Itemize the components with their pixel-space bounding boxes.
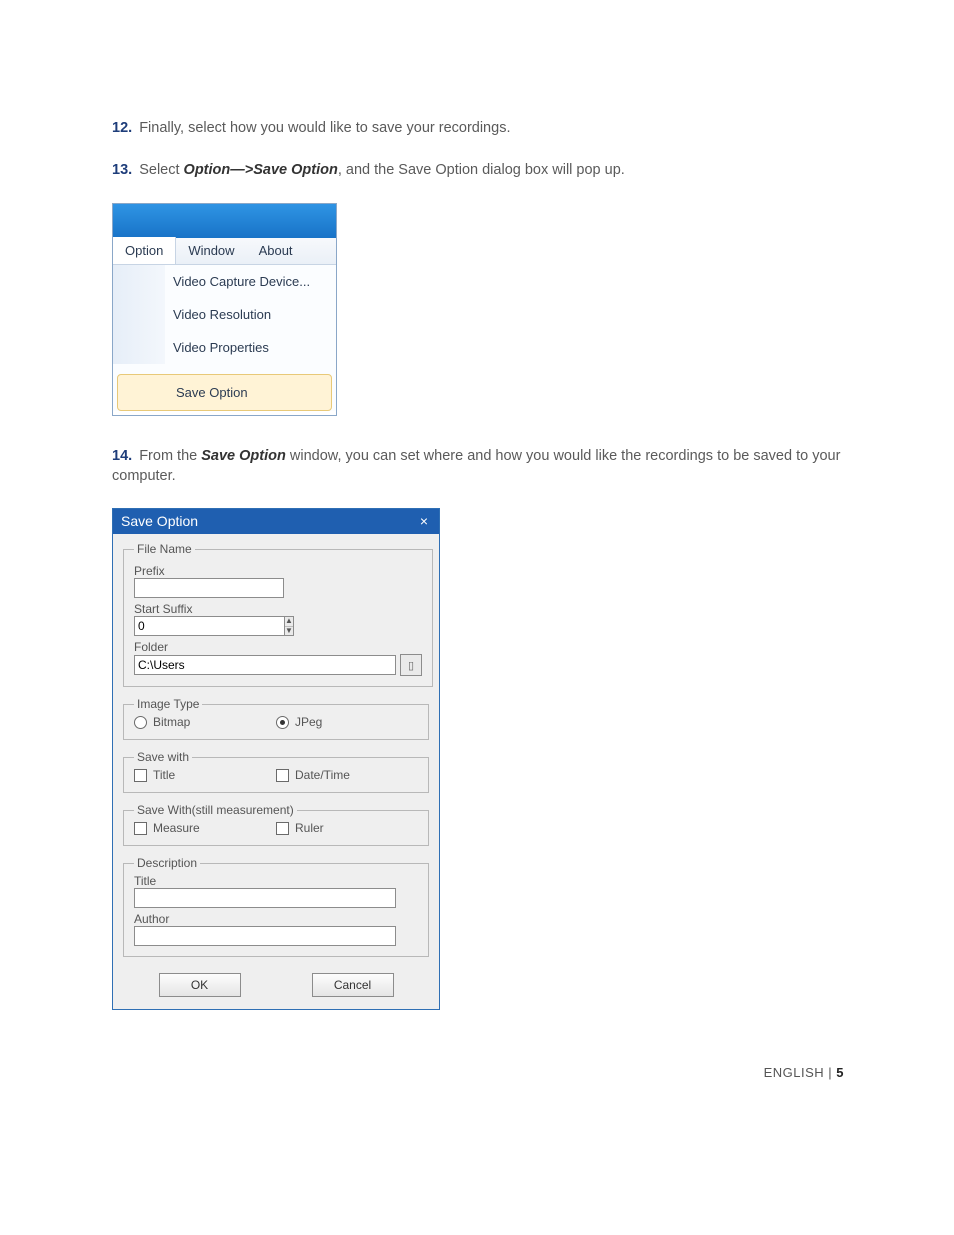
save-with-legend: Save with bbox=[134, 750, 192, 764]
save-option-dialog: Save Option × File Name Prefix Start Suf… bbox=[112, 508, 440, 1010]
option-menu-screenshot: Option Window About Video Capture Device… bbox=[112, 203, 337, 416]
option-dropdown: Video Capture Device... Video Resolution… bbox=[113, 265, 336, 411]
description-author-input[interactable] bbox=[134, 926, 396, 946]
file-name-group: File Name Prefix Start Suffix ▲ ▼ Folder… bbox=[123, 542, 433, 687]
cancel-button[interactable]: Cancel bbox=[312, 973, 394, 997]
instruction-13-number: 13. bbox=[112, 162, 132, 178]
menu-item-video-properties[interactable]: Video Properties bbox=[113, 331, 336, 364]
checkbox-datetime-label: Date/Time bbox=[295, 768, 350, 782]
start-suffix-spinner[interactable]: ▲ ▼ bbox=[134, 616, 284, 636]
description-author-label: Author bbox=[134, 912, 418, 926]
description-title-label: Title bbox=[134, 874, 418, 888]
dropdown-gutter bbox=[113, 331, 165, 364]
radio-jpeg-label: JPeg bbox=[295, 715, 322, 729]
dialog-button-row: OK Cancel bbox=[123, 967, 429, 997]
save-with-group: Save with Title Date/Time bbox=[123, 750, 429, 793]
checkbox-title[interactable]: Title bbox=[134, 768, 276, 782]
footer-language: ENGLISH bbox=[764, 1065, 825, 1080]
file-name-legend: File Name bbox=[134, 542, 195, 556]
instruction-12: 12. Finally, select how you would like t… bbox=[112, 118, 844, 138]
spinner-down-icon[interactable]: ▼ bbox=[285, 627, 293, 636]
folder-label: Folder bbox=[134, 640, 422, 654]
menu-option[interactable]: Option bbox=[113, 237, 176, 264]
checkbox-icon bbox=[134, 769, 147, 782]
app-titlebar bbox=[113, 204, 336, 238]
save-with-still-group: Save With(still measurement) Measure Rul… bbox=[123, 803, 429, 846]
menu-item-label: Video Resolution bbox=[165, 298, 336, 331]
instruction-14-bold: Save Option bbox=[201, 448, 286, 464]
checkbox-measure-label: Measure bbox=[153, 821, 200, 835]
menu-item-video-resolution[interactable]: Video Resolution bbox=[113, 298, 336, 331]
checkbox-measure[interactable]: Measure bbox=[134, 821, 276, 835]
description-legend: Description bbox=[134, 856, 200, 870]
instruction-13-bold: Option—>Save Option bbox=[184, 162, 338, 178]
instruction-12-number: 12. bbox=[112, 120, 132, 136]
description-group: Description Title Author bbox=[123, 856, 429, 957]
instruction-13: 13. Select Option—>Save Option, and the … bbox=[112, 160, 844, 180]
instruction-13-pre: Select bbox=[139, 162, 183, 178]
footer-page-number: 5 bbox=[836, 1065, 844, 1080]
checkbox-icon bbox=[276, 822, 289, 835]
dropdown-gutter bbox=[118, 375, 166, 410]
close-icon[interactable]: × bbox=[415, 512, 433, 530]
instruction-13-post: , and the Save Option dialog box will po… bbox=[338, 162, 625, 178]
dropdown-gutter bbox=[113, 265, 165, 298]
menu-item-save-option[interactable]: Save Option bbox=[117, 374, 332, 411]
menu-item-label: Video Properties bbox=[165, 331, 336, 364]
start-suffix-input[interactable] bbox=[134, 616, 284, 636]
checkbox-icon bbox=[134, 822, 147, 835]
dropdown-gutter bbox=[113, 298, 165, 331]
checkbox-icon bbox=[276, 769, 289, 782]
footer-sep: | bbox=[824, 1065, 836, 1080]
radio-icon bbox=[276, 716, 289, 729]
checkbox-ruler[interactable]: Ruler bbox=[276, 821, 418, 835]
ok-button[interactable]: OK bbox=[159, 973, 241, 997]
instruction-12-text: Finally, select how you would like to sa… bbox=[139, 120, 510, 136]
description-title-input[interactable] bbox=[134, 888, 396, 908]
spinner-arrows[interactable]: ▲ ▼ bbox=[284, 616, 294, 636]
browse-icon: ▯ bbox=[408, 659, 414, 672]
prefix-input[interactable] bbox=[134, 578, 284, 598]
menu-item-label: Save Option bbox=[166, 375, 331, 410]
checkbox-datetime[interactable]: Date/Time bbox=[276, 768, 418, 782]
menu-window[interactable]: Window bbox=[176, 238, 246, 264]
menu-item-label: Video Capture Device... bbox=[165, 265, 336, 298]
image-type-group: Image Type Bitmap JPeg bbox=[123, 697, 429, 740]
radio-icon bbox=[134, 716, 147, 729]
menubar: Option Window About bbox=[113, 238, 336, 265]
dialog-titlebar: Save Option × bbox=[113, 509, 439, 534]
radio-bitmap-label: Bitmap bbox=[153, 715, 190, 729]
folder-input[interactable] bbox=[134, 655, 396, 675]
radio-bitmap[interactable]: Bitmap bbox=[134, 715, 276, 729]
menu-item-video-capture-device[interactable]: Video Capture Device... bbox=[113, 265, 336, 298]
radio-jpeg[interactable]: JPeg bbox=[276, 715, 418, 729]
prefix-label: Prefix bbox=[134, 564, 422, 578]
save-with-still-legend: Save With(still measurement) bbox=[134, 803, 297, 817]
start-suffix-label: Start Suffix bbox=[134, 602, 422, 616]
browse-button[interactable]: ▯ bbox=[400, 654, 422, 676]
instruction-14-number: 14. bbox=[112, 448, 132, 464]
checkbox-title-label: Title bbox=[153, 768, 175, 782]
menu-about[interactable]: About bbox=[247, 238, 305, 264]
dropdown-separator bbox=[113, 364, 336, 370]
instruction-14: 14. From the Save Option window, you can… bbox=[112, 446, 844, 487]
image-type-legend: Image Type bbox=[134, 697, 202, 711]
page-footer: ENGLISH | 5 bbox=[764, 1065, 844, 1080]
instruction-14-pre: From the bbox=[139, 448, 201, 464]
checkbox-ruler-label: Ruler bbox=[295, 821, 324, 835]
dialog-title: Save Option bbox=[121, 513, 198, 529]
